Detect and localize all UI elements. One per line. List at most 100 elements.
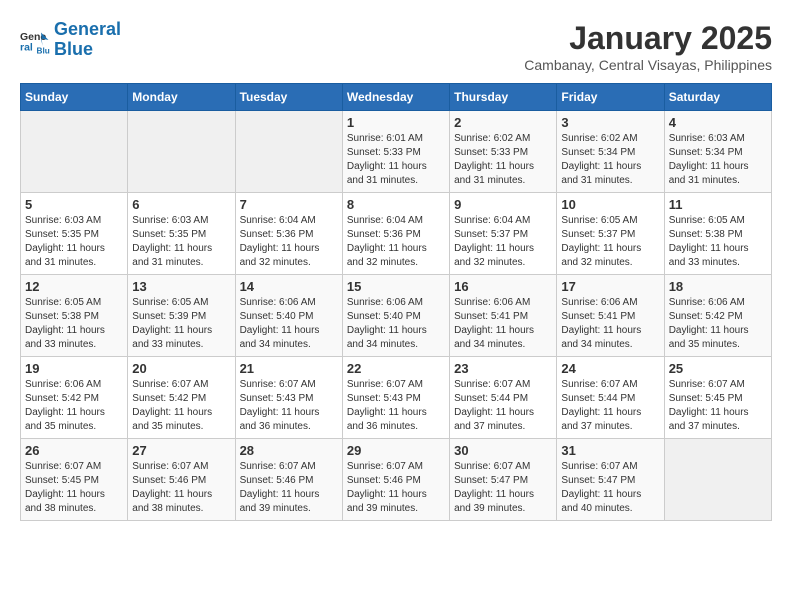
day-number: 10: [561, 197, 659, 212]
header-cell-friday: Friday: [557, 84, 664, 111]
day-number: 18: [669, 279, 767, 294]
day-cell: 3Sunrise: 6:02 AMSunset: 5:34 PMDaylight…: [557, 111, 664, 193]
header-cell-wednesday: Wednesday: [342, 84, 449, 111]
day-number: 27: [132, 443, 230, 458]
day-info: Sunrise: 6:03 AMSunset: 5:34 PMDaylight:…: [669, 132, 767, 188]
day-cell: 30Sunrise: 6:07 AMSunset: 5:47 PMDayligh…: [450, 439, 557, 521]
day-number: 4: [669, 115, 767, 130]
day-info: Sunrise: 6:05 AMSunset: 5:38 PMDaylight:…: [25, 296, 123, 352]
logo-icon: Gene ral Blue: [20, 25, 50, 55]
day-info: Sunrise: 6:07 AMSunset: 5:45 PMDaylight:…: [669, 378, 767, 434]
day-cell: 4 Sunrise: 6:03 AMSunset: 5:34 PMDaylight…: [664, 111, 771, 193]
day-number: 7: [240, 197, 338, 212]
week-row-5: 26 Sunrise: 6:07 AMSunset: 5:45 PMDayligh…: [21, 439, 772, 521]
day-number: 23: [454, 361, 552, 376]
day-number: 26: [25, 443, 123, 458]
week-row-2: 5 Sunrise: 6:03 AMSunset: 5:35 PMDaylight…: [21, 193, 772, 275]
day-number: 2: [454, 115, 552, 130]
day-cell: 31 Sunrise: 6:07 AMSunset: 5:47 PMDayligh…: [557, 439, 664, 521]
day-number: 11: [669, 197, 767, 212]
calendar-subtitle: Cambanay, Central Visayas, Philippines: [524, 57, 772, 73]
day-cell: 20 Sunrise: 6:07 AMSunset: 5:42 PMDayligh…: [128, 357, 235, 439]
day-number: 19: [25, 361, 123, 376]
day-number: 16: [454, 279, 552, 294]
day-info: Sunrise: 6:07 AMSunset: 5:43 PMDaylight:…: [347, 378, 445, 434]
day-info: Sunrise: 6:07 AMSunset: 5:46 PMDaylight:…: [347, 460, 445, 516]
day-cell: 25 Sunrise: 6:07 AMSunset: 5:45 PMDayligh…: [664, 357, 771, 439]
day-cell: 19 Sunrise: 6:06 AMSunset: 5:42 PMDayligh…: [21, 357, 128, 439]
day-cell: 18 Sunrise: 6:06 AMSunset: 5:42 PMDayligh…: [664, 275, 771, 357]
week-row-4: 19 Sunrise: 6:06 AMSunset: 5:42 PMDayligh…: [21, 357, 772, 439]
day-info: Sunrise: 6:07 AMSunset: 5:45 PMDaylight:…: [25, 460, 123, 516]
day-info: Sunrise: 6:07 AMSunset: 5:46 PMDaylight:…: [240, 460, 338, 516]
day-cell: 15 Sunrise: 6:06 AMSunset: 5:40 PMDayligh…: [342, 275, 449, 357]
day-number: 1: [347, 115, 445, 130]
day-number: 15: [347, 279, 445, 294]
day-number: 24: [561, 361, 659, 376]
day-number: 3: [561, 115, 659, 130]
day-info: Sunrise: 6:06 AMSunset: 5:42 PMDaylight:…: [25, 378, 123, 434]
day-number: 8: [347, 197, 445, 212]
logo: Gene ral Blue General Blue: [20, 20, 121, 60]
logo-text-line1: General: [54, 20, 121, 40]
day-cell: 5 Sunrise: 6:03 AMSunset: 5:35 PMDaylight…: [21, 193, 128, 275]
day-cell: 7Sunrise: 6:04 AMSunset: 5:36 PMDaylight…: [235, 193, 342, 275]
day-info: Sunrise: 6:05 AMSunset: 5:39 PMDaylight:…: [132, 296, 230, 352]
day-cell: 21 Sunrise: 6:07 AMSunset: 5:43 PMDayligh…: [235, 357, 342, 439]
day-number: 5: [25, 197, 123, 212]
day-cell: 1 Sunrise: 6:01 AMSunset: 5:33 PMDaylight…: [342, 111, 449, 193]
day-info: Sunrise: 6:05 AMSunset: 5:38 PMDaylight:…: [669, 214, 767, 270]
day-cell: 22 Sunrise: 6:07 AMSunset: 5:43 PMDayligh…: [342, 357, 449, 439]
calendar-table: SundayMondayTuesdayWednesdayThursdayFrid…: [20, 83, 772, 521]
day-info: Sunrise: 6:01 AMSunset: 5:33 PMDaylight:…: [347, 132, 445, 188]
header: Gene ral Blue General Blue January 2025 …: [20, 20, 772, 73]
day-number: 22: [347, 361, 445, 376]
day-info: Sunrise: 6:02 AMSunset: 5:33 PMDaylight:…: [454, 132, 552, 188]
day-number: 6: [132, 197, 230, 212]
day-info: Sunrise: 6:06 AMSunset: 5:40 PMDaylight:…: [240, 296, 338, 352]
day-cell: 17Sunrise: 6:06 AMSunset: 5:41 PMDayligh…: [557, 275, 664, 357]
day-cell: 28 Sunrise: 6:07 AMSunset: 5:46 PMDayligh…: [235, 439, 342, 521]
day-cell: 16Sunrise: 6:06 AMSunset: 5:41 PMDayligh…: [450, 275, 557, 357]
day-number: 28: [240, 443, 338, 458]
day-info: Sunrise: 6:03 AMSunset: 5:35 PMDaylight:…: [25, 214, 123, 270]
day-cell: 8 Sunrise: 6:04 AMSunset: 5:36 PMDaylight…: [342, 193, 449, 275]
day-cell: 9Sunrise: 6:04 AMSunset: 5:37 PMDaylight…: [450, 193, 557, 275]
day-cell: 14 Sunrise: 6:06 AMSunset: 5:40 PMDayligh…: [235, 275, 342, 357]
day-info: Sunrise: 6:07 AMSunset: 5:43 PMDaylight:…: [240, 378, 338, 434]
day-number: 21: [240, 361, 338, 376]
day-number: 17: [561, 279, 659, 294]
day-cell: 29Sunrise: 6:07 AMSunset: 5:46 PMDayligh…: [342, 439, 449, 521]
day-cell: 11 Sunrise: 6:05 AMSunset: 5:38 PMDayligh…: [664, 193, 771, 275]
day-number: 31: [561, 443, 659, 458]
header-cell-tuesday: Tuesday: [235, 84, 342, 111]
day-info: Sunrise: 6:06 AMSunset: 5:42 PMDaylight:…: [669, 296, 767, 352]
day-info: Sunrise: 6:07 AMSunset: 5:44 PMDaylight:…: [561, 378, 659, 434]
header-cell-thursday: Thursday: [450, 84, 557, 111]
logo-text-line2: Blue: [54, 40, 121, 60]
day-cell: [21, 111, 128, 193]
day-number: 12: [25, 279, 123, 294]
week-row-3: 12 Sunrise: 6:05 AMSunset: 5:38 PMDayligh…: [21, 275, 772, 357]
day-info: Sunrise: 6:03 AMSunset: 5:35 PMDaylight:…: [132, 214, 230, 270]
day-number: 13: [132, 279, 230, 294]
svg-text:Blue: Blue: [37, 46, 51, 55]
day-info: Sunrise: 6:07 AMSunset: 5:47 PMDaylight:…: [454, 460, 552, 516]
day-info: Sunrise: 6:07 AMSunset: 5:44 PMDaylight:…: [454, 378, 552, 434]
day-cell: 26 Sunrise: 6:07 AMSunset: 5:45 PMDayligh…: [21, 439, 128, 521]
day-info: Sunrise: 6:04 AMSunset: 5:37 PMDaylight:…: [454, 214, 552, 270]
day-info: Sunrise: 6:07 AMSunset: 5:42 PMDaylight:…: [132, 378, 230, 434]
day-cell: 10Sunrise: 6:05 AMSunset: 5:37 PMDayligh…: [557, 193, 664, 275]
day-number: 14: [240, 279, 338, 294]
day-cell: [128, 111, 235, 193]
day-number: 20: [132, 361, 230, 376]
header-cell-monday: Monday: [128, 84, 235, 111]
day-cell: 6 Sunrise: 6:03 AMSunset: 5:35 PMDaylight…: [128, 193, 235, 275]
day-info: Sunrise: 6:04 AMSunset: 5:36 PMDaylight:…: [347, 214, 445, 270]
day-info: Sunrise: 6:06 AMSunset: 5:40 PMDaylight:…: [347, 296, 445, 352]
day-info: Sunrise: 6:07 AMSunset: 5:47 PMDaylight:…: [561, 460, 659, 516]
day-info: Sunrise: 6:07 AMSunset: 5:46 PMDaylight:…: [132, 460, 230, 516]
header-cell-sunday: Sunday: [21, 84, 128, 111]
day-cell: 27 Sunrise: 6:07 AMSunset: 5:46 PMDayligh…: [128, 439, 235, 521]
day-number: 25: [669, 361, 767, 376]
